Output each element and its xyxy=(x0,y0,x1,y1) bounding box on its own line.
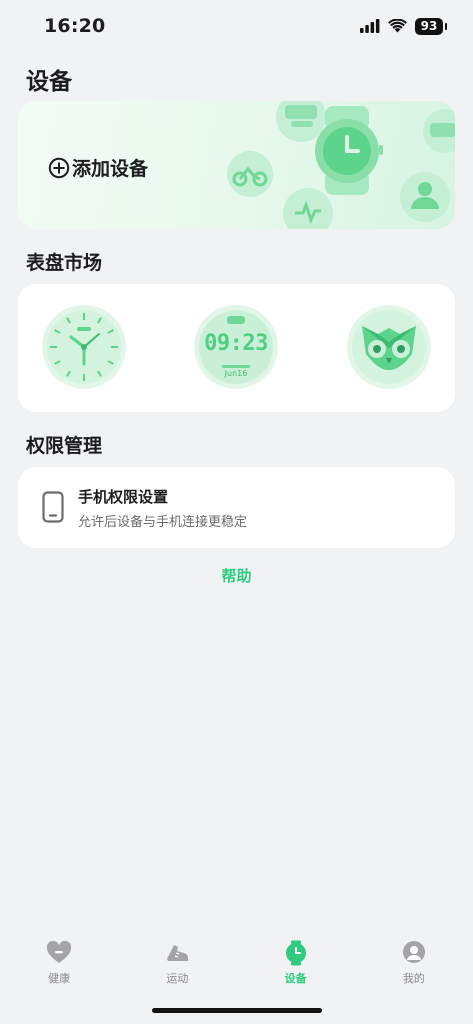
status-bar: 16:20 93 xyxy=(0,0,473,54)
watch-face-digital[interactable]: 09:23 Jun16 xyxy=(193,304,279,390)
plus-circle-icon xyxy=(48,157,70,178)
phone-icon xyxy=(42,491,64,523)
cycling-bubble-icon xyxy=(227,151,273,197)
watch-face-analog[interactable] xyxy=(41,304,127,390)
battery-indicator: 93 xyxy=(415,17,447,35)
home-indicator xyxy=(152,1008,322,1013)
wifi-icon xyxy=(388,19,407,33)
tab-mine[interactable]: 我的 xyxy=(355,930,473,1024)
tab-health[interactable]: 健康 xyxy=(0,930,118,1024)
tab-mine-label: 我的 xyxy=(402,972,425,985)
digital-face-date: Jun16 xyxy=(224,369,248,378)
add-device-card[interactable]: 添加设备 xyxy=(18,101,455,229)
tab-health-label: 健康 xyxy=(48,972,71,985)
watch-face-market-title: 表盘市场 xyxy=(26,252,103,274)
phone-permission-title: 手机权限设置 xyxy=(78,488,169,506)
watch-illustration-icon xyxy=(315,106,383,195)
profile-icon xyxy=(402,941,425,963)
status-icons: 93 xyxy=(360,17,447,35)
signal-icon xyxy=(360,19,380,33)
add-device-button[interactable]: 添加设备 xyxy=(48,154,148,181)
help-link[interactable]: 帮助 xyxy=(0,565,473,586)
phone-permission-subtitle: 允许后设备与手机连接更稳定 xyxy=(78,515,248,530)
add-device-label: 添加设备 xyxy=(72,158,149,180)
heart-icon xyxy=(47,940,72,963)
watch-face-market-card[interactable]: 09:23 Jun16 xyxy=(18,284,455,412)
status-time: 16:20 xyxy=(44,15,106,37)
tab-device-label: 设备 xyxy=(284,972,307,985)
watch-icon xyxy=(285,940,306,966)
running-shoe-icon xyxy=(167,945,189,961)
watch-face-owl[interactable] xyxy=(346,304,432,390)
device-illustration xyxy=(227,101,455,229)
digital-face-time: 09:23 xyxy=(204,331,268,356)
permission-section-title: 权限管理 xyxy=(26,435,103,457)
phone-permission-item[interactable]: 手机权限设置 允许后设备与手机连接更稳定 xyxy=(18,467,455,548)
tab-exercise-label: 运动 xyxy=(166,972,189,985)
page-title: 设备 xyxy=(26,69,72,95)
